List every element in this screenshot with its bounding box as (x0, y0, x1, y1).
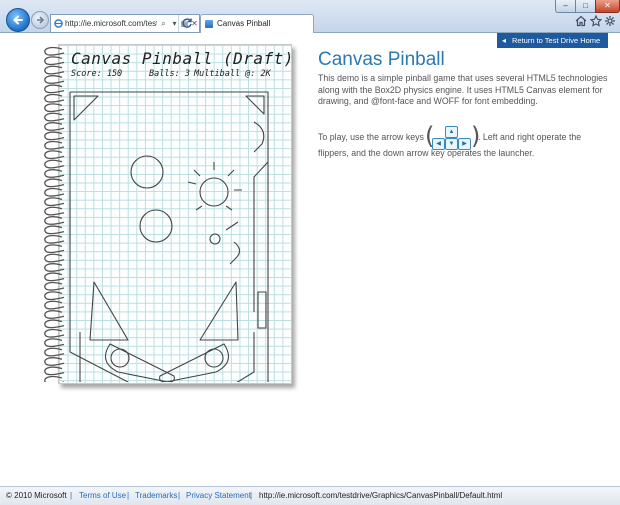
left-flipper-pivot (110, 348, 130, 368)
page-content: ◂ Return to Test Drive Home Canvas Pinba… (0, 33, 620, 486)
footer-separator: | (178, 491, 181, 500)
trademarks-link[interactable]: Trademarks (135, 487, 177, 504)
footer-separator: | (250, 491, 253, 500)
top-right-slope (245, 95, 265, 115)
multiball-label: Multiball @: 2K (194, 69, 271, 79)
close-window-button[interactable]: ✕ (595, 0, 620, 13)
status-bar: © 2010 Microsoft | Terms of Use | Tradem… (0, 486, 620, 505)
small-bumper (209, 233, 221, 245)
gear-icon[interactable] (604, 15, 616, 27)
page-description: This demo is a simple pinball game that … (318, 73, 608, 106)
return-button-label: Return to Test Drive Home (512, 36, 601, 45)
bumper-2 (139, 209, 173, 243)
forward-button[interactable] (31, 11, 49, 29)
arrow-right-icon (37, 16, 45, 24)
pinball-table (69, 91, 269, 382)
pinball-canvas[interactable]: Canvas Pinball (Draft) Score: 150 Balls:… (40, 44, 294, 386)
left-slingshot (89, 281, 129, 341)
play-text-after: . Left and right operate the (478, 132, 582, 142)
tab-title: Canvas Pinball (217, 19, 271, 28)
right-flipper-pivot (204, 348, 224, 368)
address-url[interactable]: http://ie.microsoft.com/testdri (65, 15, 157, 32)
ie-logo-icon (54, 19, 63, 28)
return-to-test-drive-button[interactable]: ◂ Return to Test Drive Home (497, 33, 608, 48)
up-arrow-key-icon: ▲ (445, 126, 458, 138)
status-url: http://ie.microsoft.com/testdrive/Graphi… (259, 491, 503, 500)
arrow-left-icon (13, 15, 23, 25)
arrow-left-icon: ◂ (502, 36, 507, 45)
top-left-slope (73, 95, 99, 121)
favorites-star-icon[interactable] (590, 15, 602, 27)
play-instructions-line-1: To play, use the arrow keys (318, 132, 424, 142)
privacy-statement-link[interactable]: Privacy Statement (186, 487, 251, 504)
footer-separator: | (127, 491, 130, 500)
score-label: Score: 150 (71, 69, 123, 79)
refresh-button[interactable] (176, 14, 198, 31)
footer-separator: | (70, 491, 73, 500)
table-wall-right (70, 91, 269, 312)
top-right-guide (253, 121, 265, 153)
right-slingshot (199, 281, 239, 341)
minimize-button[interactable]: – (555, 0, 576, 13)
sun-bumper (199, 177, 229, 207)
table-wall-left (69, 92, 129, 382)
copyright: © 2010 Microsoft (6, 491, 67, 500)
bumper-1 (130, 155, 164, 189)
search-icon[interactable]: ⌕ (158, 15, 169, 32)
launcher-plunger (257, 291, 267, 329)
tab-favicon-icon (205, 20, 213, 28)
right-kicker (225, 221, 241, 265)
refresh-icon (182, 18, 192, 28)
back-button[interactable] (6, 8, 30, 32)
sun-rays (187, 162, 242, 211)
page-title: Canvas Pinball (318, 49, 445, 70)
play-text-before: To play, use the arrow keys (318, 132, 424, 142)
tab-canvas-pinball[interactable]: Canvas Pinball (200, 14, 314, 33)
maximize-button[interactable]: □ (575, 0, 596, 13)
balls-label: Balls: 3 (149, 69, 190, 79)
game-title: Canvas Pinball (Draft) (71, 49, 294, 68)
play-instructions-line-2: flippers, and the down arrow key operate… (318, 148, 535, 158)
browser-chrome: http://ie.microsoft.com/testdri ⌕ ▾ ▤ ✕ … (0, 0, 620, 33)
terms-of-use-link[interactable]: Terms of Use (79, 487, 126, 504)
home-icon[interactable] (575, 15, 587, 27)
play-instructions-line-1b: . Left and right operate the (478, 132, 581, 142)
